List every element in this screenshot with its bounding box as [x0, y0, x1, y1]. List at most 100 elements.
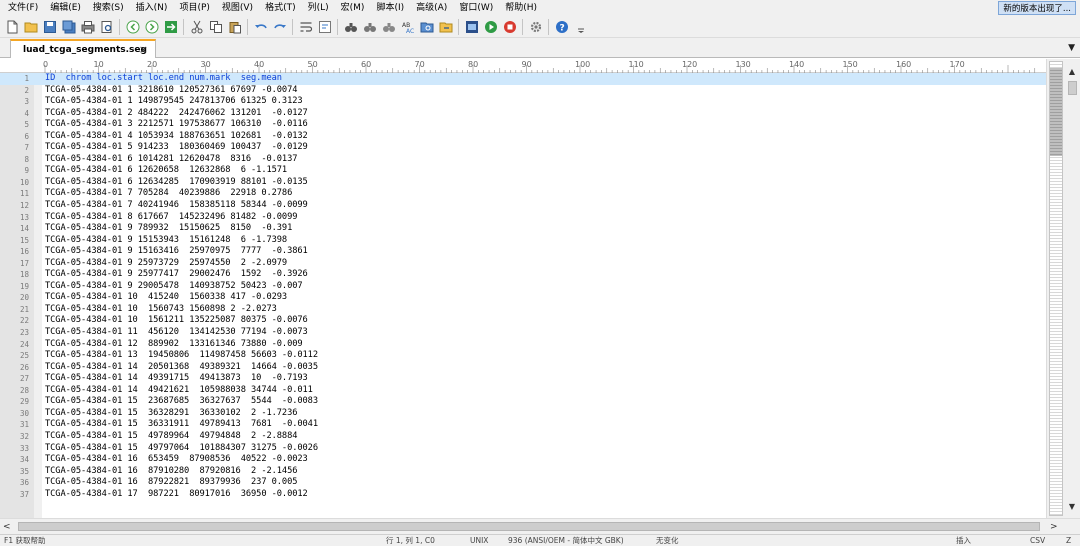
help-icon[interactable]: ?: [554, 19, 570, 35]
status-codepage[interactable]: 936 (ANSI/OEM - 简体中文 GBK): [508, 535, 624, 546]
status-charset[interactable]: Z: [1066, 535, 1071, 546]
text-line[interactable]: 12 TCGA-05-4384-01 7 40241946 158385118 5…: [0, 200, 1046, 212]
settings-icon[interactable]: [528, 19, 544, 35]
text-line[interactable]: 33 TCGA-05-4384-01 15 49797064 101884307 …: [0, 443, 1046, 455]
line-text[interactable]: TCGA-05-4384-01 10 1561211 135225087 803…: [45, 315, 308, 327]
paste-icon[interactable]: [227, 19, 243, 35]
menu-item-2[interactable]: 搜索(S): [87, 0, 130, 16]
status-line-endings[interactable]: UNIX: [470, 535, 488, 546]
redo-icon[interactable]: [272, 19, 288, 35]
text-line[interactable]: 30 TCGA-05-4384-01 15 36328291 36330102 2…: [0, 408, 1046, 420]
line-text[interactable]: TCGA-05-4384-01 8 617667 145232496 81482…: [45, 212, 297, 224]
text-line[interactable]: 32 TCGA-05-4384-01 15 49789964 49794848 2…: [0, 431, 1046, 443]
line-text[interactable]: TCGA-05-4384-01 15 36328291 36330102 2 -…: [45, 408, 297, 420]
find-icon[interactable]: [343, 19, 359, 35]
line-text[interactable]: TCGA-05-4384-01 7 705284 40239886 22918 …: [45, 188, 292, 200]
text-line[interactable]: 16 TCGA-05-4384-01 9 15163416 25970975 77…: [0, 246, 1046, 258]
menu-item-1[interactable]: 编辑(E): [44, 0, 87, 16]
print-preview-icon[interactable]: [99, 19, 115, 35]
line-text[interactable]: TCGA-05-4384-01 6 1014281 12620478 8316 …: [45, 154, 297, 166]
line-text[interactable]: TCGA-05-4384-01 5 914233 180360469 10043…: [45, 142, 308, 154]
text-line[interactable]: 2 TCGA-05-4384-01 1 3218610 120527361 676…: [0, 85, 1046, 97]
line-text[interactable]: TCGA-05-4384-01 11 456120 134142530 7719…: [45, 327, 308, 339]
line-text[interactable]: TCGA-05-4384-01 9 15153943 15161248 6 -1…: [45, 235, 287, 247]
text-line[interactable]: 28 TCGA-05-4384-01 14 49421621 105988038 …: [0, 385, 1046, 397]
line-text[interactable]: TCGA-05-4384-01 9 25977417 29002476 1592…: [45, 269, 308, 281]
menu-item-3[interactable]: 插入(N): [130, 0, 174, 16]
text-line[interactable]: 22 TCGA-05-4384-01 10 1561211 135225087 8…: [0, 315, 1046, 327]
line-text[interactable]: TCGA-05-4384-01 15 49789964 49794848 2 -…: [45, 431, 297, 443]
line-text[interactable]: TCGA-05-4384-01 9 25973729 25974550 2 -2…: [45, 258, 287, 270]
text-line[interactable]: 36 TCGA-05-4384-01 16 87922821 89379936 2…: [0, 477, 1046, 489]
line-text[interactable]: TCGA-05-4384-01 16 87922821 89379936 237…: [45, 477, 297, 489]
line-text[interactable]: TCGA-05-4384-01 15 23687685 36327637 554…: [45, 396, 318, 408]
text-line[interactable]: 13 TCGA-05-4384-01 8 617667 145232496 814…: [0, 212, 1046, 224]
jump-icon[interactable]: [163, 19, 179, 35]
status-column-mode[interactable]: CSV: [1030, 535, 1045, 546]
tab-list-dropdown-icon[interactable]: ▼: [1068, 42, 1075, 54]
forward-icon[interactable]: [144, 19, 160, 35]
horizontal-scrollbar[interactable]: < >: [0, 518, 1080, 534]
menu-item-10[interactable]: 高级(A): [410, 0, 453, 16]
line-text[interactable]: TCGA-05-4384-01 14 49391715 49413873 10 …: [45, 373, 308, 385]
document-map[interactable]: [1049, 61, 1063, 516]
menu-item-7[interactable]: 列(L): [302, 0, 335, 16]
open-folder-icon[interactable]: [23, 19, 39, 35]
print-icon[interactable]: [80, 19, 96, 35]
text-line[interactable]: 27 TCGA-05-4384-01 14 49391715 49413873 1…: [0, 373, 1046, 385]
line-text[interactable]: TCGA-05-4384-01 14 20501368 49389321 146…: [45, 362, 318, 374]
line-text[interactable]: TCGA-05-4384-01 10 415240 1560338 417 -0…: [45, 292, 287, 304]
toolbar-overflow-icon[interactable]: [573, 19, 589, 35]
line-text[interactable]: TCGA-05-4384-01 9 15163416 25970975 7777…: [45, 246, 308, 258]
status-insert-mode[interactable]: 插入: [956, 535, 971, 546]
menu-item-5[interactable]: 视图(V): [216, 0, 259, 16]
menu-item-6[interactable]: 格式(T): [259, 0, 302, 16]
line-text[interactable]: TCGA-05-4384-01 9 789932 15150625 8150 -…: [45, 223, 292, 235]
copy-icon[interactable]: [208, 19, 224, 35]
find-in-files-icon[interactable]: [381, 19, 397, 35]
text-line[interactable]: 26 TCGA-05-4384-01 14 20501368 49389321 1…: [0, 362, 1046, 374]
text-line[interactable]: 29 TCGA-05-4384-01 15 23687685 36327637 5…: [0, 396, 1046, 408]
run-icon[interactable]: [483, 19, 499, 35]
macro-icon[interactable]: [464, 19, 480, 35]
back-icon[interactable]: [125, 19, 141, 35]
line-text[interactable]: TCGA-05-4384-01 16 653459 87908536 40522…: [45, 454, 308, 466]
line-text[interactable]: ID chrom loc.start loc.end num.mark seg.…: [45, 73, 282, 85]
text-line[interactable]: 18 TCGA-05-4384-01 9 25977417 29002476 15…: [0, 269, 1046, 281]
text-line[interactable]: 14 TCGA-05-4384-01 9 789932 15150625 8150…: [0, 223, 1046, 235]
line-text[interactable]: TCGA-05-4384-01 4 1053934 188763651 1026…: [45, 131, 308, 143]
tab-luad-tcga-segments[interactable]: luad_tcga_segments.seg ×: [10, 39, 156, 58]
show-all-chars-icon[interactable]: [317, 19, 333, 35]
text-line[interactable]: 17 TCGA-05-4384-01 9 25973729 25974550 2 …: [0, 258, 1046, 270]
text-line[interactable]: 11 TCGA-05-4384-01 7 705284 40239886 2291…: [0, 188, 1046, 200]
line-text[interactable]: TCGA-05-4384-01 14 49421621 105988038 34…: [45, 385, 313, 397]
text-line[interactable]: 19 TCGA-05-4384-01 9 29005478 140938752 5…: [0, 281, 1046, 293]
menu-item-4[interactable]: 项目(P): [173, 0, 215, 16]
text-line[interactable]: 5 TCGA-05-4384-01 3 2212571 197538677 106…: [0, 119, 1046, 131]
text-line[interactable]: 35 TCGA-05-4384-01 16 87910280 87920816 2…: [0, 466, 1046, 478]
menu-item-8[interactable]: 宏(M): [335, 0, 371, 16]
line-text[interactable]: TCGA-05-4384-01 9 29005478 140938752 504…: [45, 281, 303, 293]
cut-icon[interactable]: [189, 19, 205, 35]
text-line[interactable]: 8 TCGA-05-4384-01 6 1014281 12620478 8316…: [0, 154, 1046, 166]
current-line[interactable]: 1 ID chrom loc.start loc.end num.mark seg…: [0, 73, 1046, 85]
undo-icon[interactable]: [253, 19, 269, 35]
save-all-icon[interactable]: [61, 19, 77, 35]
find-files-icon[interactable]: [419, 19, 435, 35]
line-text[interactable]: TCGA-05-4384-01 10 1560743 1560898 2 -2.…: [45, 304, 277, 316]
line-text[interactable]: TCGA-05-4384-01 17 987221 80917016 36950…: [45, 489, 308, 501]
line-text[interactable]: TCGA-05-4384-01 1 3218610 120527361 6769…: [45, 85, 297, 97]
text-line[interactable]: 4 TCGA-05-4384-01 2 484222 242476062 1312…: [0, 108, 1046, 120]
vertical-scrollbar[interactable]: ▲ ▼: [1046, 59, 1080, 518]
horizontal-scroll-thumb[interactable]: [18, 522, 1040, 531]
document-map-viewport[interactable]: [1050, 68, 1062, 156]
text-line[interactable]: 7 TCGA-05-4384-01 5 914233 180360469 1004…: [0, 142, 1046, 154]
text-line[interactable]: 25 TCGA-05-4384-01 13 19450806 114987458 …: [0, 350, 1046, 362]
line-text[interactable]: TCGA-05-4384-01 15 36331911 49789413 768…: [45, 419, 318, 431]
status-cursor-position[interactable]: 行 1, 列 1, C0: [386, 535, 435, 546]
text-line[interactable]: 9 TCGA-05-4384-01 6 12620658 12632868 6 -…: [0, 165, 1046, 177]
editor[interactable]: 1 ID chrom loc.start loc.end num.mark seg…: [0, 73, 1046, 518]
text-line[interactable]: 23 TCGA-05-4384-01 11 456120 134142530 77…: [0, 327, 1046, 339]
text-line[interactable]: 3 TCGA-05-4384-01 1 149879545 247813706 6…: [0, 96, 1046, 108]
stop-icon[interactable]: [502, 19, 518, 35]
